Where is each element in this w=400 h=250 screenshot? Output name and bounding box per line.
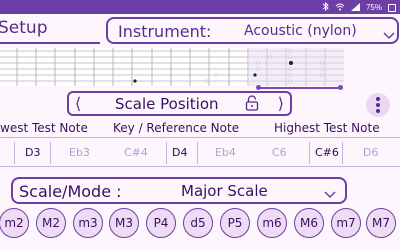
key-reference-note-label: Key / Reference Note xyxy=(113,121,240,135)
chevron-down-icon xyxy=(383,25,395,44)
scale-mode-label: Scale/Mode : xyxy=(19,182,122,201)
interval-button[interactable]: M2 xyxy=(36,208,66,238)
note-option[interactable]: C#6 xyxy=(315,146,339,159)
scale-position-selector: ⟨ Scale Position ⟩ xyxy=(67,91,292,116)
fret-dot xyxy=(288,79,292,83)
note-selector-row: D3 Eb3 C#4 D4 Eb4 C6 C#6 D6 xyxy=(0,137,400,167)
signal-icon xyxy=(350,2,360,13)
fret-dot xyxy=(288,49,292,53)
note-divider xyxy=(309,142,310,164)
fret-dot xyxy=(268,55,272,59)
interval-button[interactable]: d5 xyxy=(183,208,213,238)
note-option[interactable]: C#4 xyxy=(124,146,148,159)
bluetooth-icon xyxy=(322,1,329,13)
fret-dot xyxy=(256,67,260,71)
note-divider xyxy=(166,142,167,164)
more-options-button[interactable] xyxy=(366,93,390,117)
interval-buttons: m2 M2 m3 M3 P4 d5 P5 m6 M6 m7 M7 xyxy=(0,208,400,238)
battery-percent: 75% xyxy=(365,3,382,12)
prev-position-button[interactable]: ⟨ xyxy=(75,94,81,113)
header-divider xyxy=(0,42,100,44)
note-option[interactable]: Eb3 xyxy=(69,146,90,159)
fret-dot xyxy=(320,73,324,77)
fretboard[interactable] xyxy=(0,48,344,86)
position-range-bar xyxy=(258,87,341,89)
note-divider xyxy=(342,142,343,164)
interval-button[interactable]: P5 xyxy=(220,208,250,238)
status-bar: 75% xyxy=(0,0,400,14)
fret-dot xyxy=(256,61,260,65)
setup-title: Setup xyxy=(0,18,48,38)
fret-dot xyxy=(288,73,292,77)
range-end-dot xyxy=(338,85,343,90)
instrument-dropdown[interactable]: Instrument: Acoustic (nylon) xyxy=(106,17,399,44)
interval-button[interactable]: M3 xyxy=(109,208,139,238)
chevron-down-icon xyxy=(324,184,336,203)
interval-button[interactable]: P4 xyxy=(146,208,176,238)
interval-button[interactable]: m3 xyxy=(73,208,103,238)
fret-dot xyxy=(288,67,292,71)
fret-dot xyxy=(253,73,257,77)
fret-dot xyxy=(288,55,292,59)
instrument-label: Instrument: xyxy=(118,22,212,41)
fret-dot xyxy=(320,61,324,65)
lock-icon[interactable] xyxy=(245,95,259,115)
fret-dot xyxy=(204,79,208,83)
lowest-test-note-label: west Test Note xyxy=(0,121,88,135)
interval-button[interactable]: m7 xyxy=(331,208,361,238)
scale-mode-value: Major Scale xyxy=(181,182,268,200)
highest-test-note-label: Highest Test Note xyxy=(274,121,380,135)
note-option[interactable]: C6 xyxy=(272,146,287,159)
note-option[interactable]: D3 xyxy=(25,146,40,159)
note-divider xyxy=(50,142,51,164)
fret-dot xyxy=(320,67,324,71)
wifi-icon xyxy=(335,3,345,13)
note-option[interactable]: Eb4 xyxy=(215,146,236,159)
scale-mode-dropdown[interactable]: Scale/Mode : Major Scale xyxy=(11,177,347,204)
next-position-button[interactable]: ⟩ xyxy=(278,94,284,113)
note-divider xyxy=(14,142,15,164)
interval-button[interactable]: m6 xyxy=(257,208,287,238)
instrument-value: Acoustic (nylon) xyxy=(244,23,357,39)
scale-position-label: Scale Position xyxy=(115,95,219,113)
note-option[interactable]: D6 xyxy=(363,146,378,159)
note-divider xyxy=(197,142,198,164)
fret-dot xyxy=(289,61,293,65)
battery-icon xyxy=(388,3,396,12)
range-start-dot xyxy=(256,85,261,90)
interval-button[interactable]: m2 xyxy=(0,208,29,238)
fret-dot xyxy=(133,79,137,83)
interval-button[interactable]: M7 xyxy=(366,208,396,238)
interval-button[interactable]: M6 xyxy=(294,208,324,238)
fret-dot xyxy=(214,73,218,77)
note-option[interactable]: D4 xyxy=(172,146,187,159)
